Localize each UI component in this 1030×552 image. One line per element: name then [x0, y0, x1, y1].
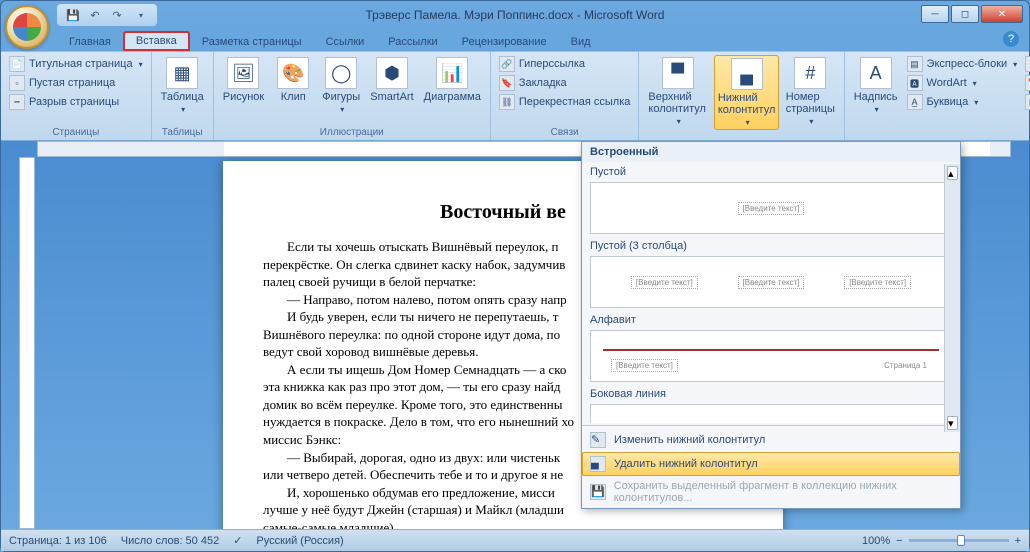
qat-menu-icon[interactable]: ▾ — [133, 7, 149, 23]
page-number-button[interactable]: #Номер страницы▾ — [783, 55, 838, 128]
quickparts-button[interactable]: ▤Экспресс-блоки▾ — [905, 55, 1020, 73]
zoom-level[interactable]: 100% — [862, 535, 890, 547]
undo-icon[interactable]: ↶ — [87, 7, 103, 23]
delete-icon: ▄ — [590, 456, 606, 472]
tab-home[interactable]: Главная — [57, 33, 123, 51]
object-button[interactable]: ◧Объект▾ — [1023, 93, 1030, 111]
clipart-button[interactable]: 🎨Клип — [271, 55, 315, 105]
status-language[interactable]: Русский (Россия) — [256, 535, 343, 547]
titlebar: 💾 ↶ ↷ ▾ Трэверс Памела. Мэри Поппинс.doc… — [1, 1, 1029, 29]
window-title: Трэверс Памела. Мэри Поппинс.docx - Micr… — [366, 8, 665, 22]
section-alphabet: Алфавит — [590, 314, 952, 326]
signature-button[interactable]: ✎Строка подписи▾ — [1023, 55, 1030, 73]
redo-icon[interactable]: ↷ — [109, 7, 125, 23]
tab-mailings[interactable]: Рассылки — [376, 33, 449, 51]
minimize-button[interactable]: ─ — [921, 5, 949, 23]
zoom-out-icon[interactable]: − — [896, 535, 902, 547]
status-page[interactable]: Страница: 1 из 106 — [9, 535, 107, 547]
zoom-controls: 100% − + — [862, 535, 1021, 547]
group-tables-label: Таблицы — [158, 126, 207, 139]
dropdown-scrollbar[interactable]: ▴ ▾ — [944, 164, 960, 432]
section-blank3: Пустой (3 столбца) — [590, 240, 952, 252]
group-pages-label: Страницы — [7, 126, 145, 139]
dropdown-header: Встроенный — [582, 142, 960, 162]
document-area: Восточный ве Если ты хочешь отыскать Виш… — [1, 141, 1029, 529]
crossref-button[interactable]: ⛓Перекрестная ссылка — [497, 93, 633, 111]
chart-button[interactable]: 📊Диаграмма — [421, 55, 484, 105]
footer-button[interactable]: ▄Нижний колонтитул▾ — [714, 55, 779, 130]
tab-insert[interactable]: Вставка — [123, 31, 190, 51]
footer-preview-blank[interactable]: [Введите текст] — [590, 182, 952, 234]
bookmark-button[interactable]: 🔖Закладка — [497, 74, 633, 92]
datetime-button[interactable]: 📅Дата и время — [1023, 74, 1030, 92]
textbox-button[interactable]: AНадпись▾ — [851, 55, 901, 116]
status-words[interactable]: Число слов: 50 452 — [121, 535, 219, 547]
section-sideline: Боковая линия — [590, 388, 952, 400]
header-button[interactable]: ▀Верхний колонтитул▾ — [645, 55, 710, 128]
status-bar: Страница: 1 из 106 Число слов: 50 452 ✓ … — [1, 529, 1029, 551]
vertical-ruler[interactable] — [19, 157, 35, 529]
dropcap-button[interactable]: A̲Буквица▾ — [905, 93, 1020, 111]
tab-review[interactable]: Рецензирование — [450, 33, 559, 51]
ribbon: 📄Титульная страница▾ ▫Пустая страница ┅Р… — [1, 51, 1029, 141]
tab-view[interactable]: Вид — [559, 33, 603, 51]
save-footer-item: 💾Сохранить выделенный фрагмент в коллекц… — [582, 476, 960, 508]
section-blank: Пустой — [590, 166, 952, 178]
page-break-button[interactable]: ┅Разрыв страницы — [7, 93, 145, 111]
cover-page-button[interactable]: 📄Титульная страница▾ — [7, 55, 145, 73]
help-icon[interactable]: ? — [1003, 31, 1019, 47]
close-button[interactable]: ✕ — [981, 5, 1023, 23]
group-links-label: Связи — [497, 126, 633, 139]
footer-preview-blank3[interactable]: [Введите текст] [Введите текст] [Введите… — [590, 256, 952, 308]
tab-references[interactable]: Ссылки — [314, 33, 377, 51]
group-illustrations-label: Иллюстрации — [220, 126, 484, 139]
quick-access-toolbar: 💾 ↶ ↷ ▾ — [57, 4, 157, 26]
remove-footer-item[interactable]: ▄Удалить нижний колонтитул — [582, 452, 960, 476]
ribbon-tabs: Главная Вставка Разметка страницы Ссылки… — [1, 29, 1029, 51]
office-button[interactable] — [5, 5, 49, 49]
hyperlink-button[interactable]: 🔗Гиперссылка — [497, 55, 633, 73]
tab-page-layout[interactable]: Разметка страницы — [190, 33, 314, 51]
footer-preview-alphabet[interactable]: [Введите текст] Страница 1 — [590, 330, 952, 382]
save-icon[interactable]: 💾 — [65, 7, 81, 23]
proofing-icon[interactable]: ✓ — [233, 534, 242, 547]
blank-page-button[interactable]: ▫Пустая страница — [7, 74, 145, 92]
zoom-slider[interactable] — [909, 539, 1009, 542]
footer-preview-sideline[interactable]: | — [590, 404, 952, 423]
wordart-button[interactable]: 🅰WordArt▾ — [905, 74, 1020, 92]
picture-button[interactable]: 🖼Рисунок — [220, 55, 268, 105]
scroll-down-icon[interactable]: ▾ — [947, 416, 958, 430]
smartart-button[interactable]: ⬢SmartArt — [367, 55, 416, 105]
shapes-button[interactable]: ◯Фигуры▾ — [319, 55, 363, 116]
scroll-up-icon[interactable]: ▴ — [947, 166, 958, 180]
edit-icon: ✎ — [590, 432, 606, 448]
zoom-in-icon[interactable]: + — [1015, 535, 1021, 547]
maximize-button[interactable]: ◻ — [951, 5, 979, 23]
save-selection-icon: 💾 — [590, 484, 606, 500]
table-button[interactable]: ▦Таблица▾ — [158, 55, 207, 116]
edit-footer-item[interactable]: ✎Изменить нижний колонтитул — [582, 428, 960, 452]
footer-gallery-dropdown: Встроенный Пустой [Введите текст] Пустой… — [581, 141, 961, 509]
